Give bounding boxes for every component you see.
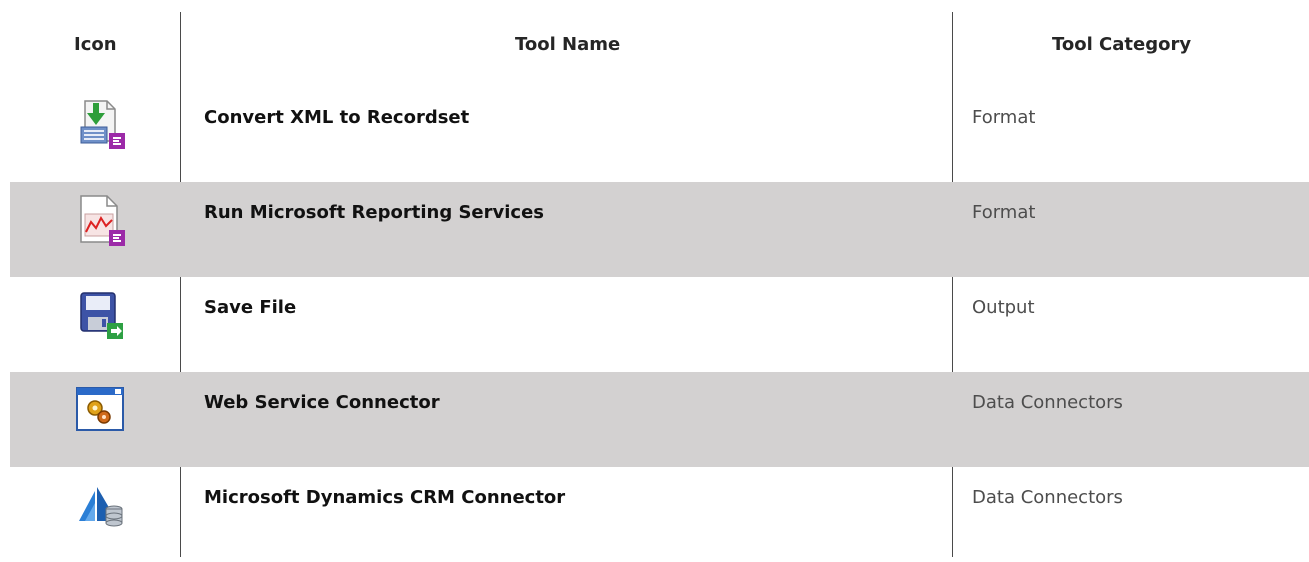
tool-category: Format xyxy=(972,202,1036,223)
save-file-icon xyxy=(71,287,129,345)
table-row: Microsoft Dynamics CRM Connector Data Co… xyxy=(10,467,1309,562)
tools-table: Icon Tool Name Tool Category Convert XML… xyxy=(10,0,1309,557)
tool-name: Web Service Connector xyxy=(204,392,440,413)
dynamics-crm-icon xyxy=(71,477,129,535)
convert-xml-icon xyxy=(71,97,129,155)
header-tool-category: Tool Category xyxy=(1052,34,1192,55)
header-tool-name: Tool Name xyxy=(515,34,621,55)
tool-name: Microsoft Dynamics CRM Connector xyxy=(204,487,566,508)
tool-category: Data Connectors xyxy=(972,487,1123,508)
tool-name: Save File xyxy=(204,297,297,318)
table-row: Web Service Connector Data Connectors xyxy=(10,372,1309,467)
reporting-services-icon xyxy=(71,192,129,250)
web-service-icon xyxy=(71,382,129,440)
tool-name: Run Microsoft Reporting Services xyxy=(204,202,545,223)
tool-name: Convert XML to Recordset xyxy=(204,107,470,128)
header-icon: Icon xyxy=(74,34,117,55)
tool-category: Output xyxy=(972,297,1035,318)
tool-category: Format xyxy=(972,107,1036,128)
table-header: Icon Tool Name Tool Category xyxy=(10,0,1309,90)
table-row: Convert XML to Recordset Format xyxy=(10,87,1309,182)
tool-category: Data Connectors xyxy=(972,392,1123,413)
table-row: Run Microsoft Reporting Services Format xyxy=(10,182,1309,277)
table-row: Save File Output xyxy=(10,277,1309,372)
